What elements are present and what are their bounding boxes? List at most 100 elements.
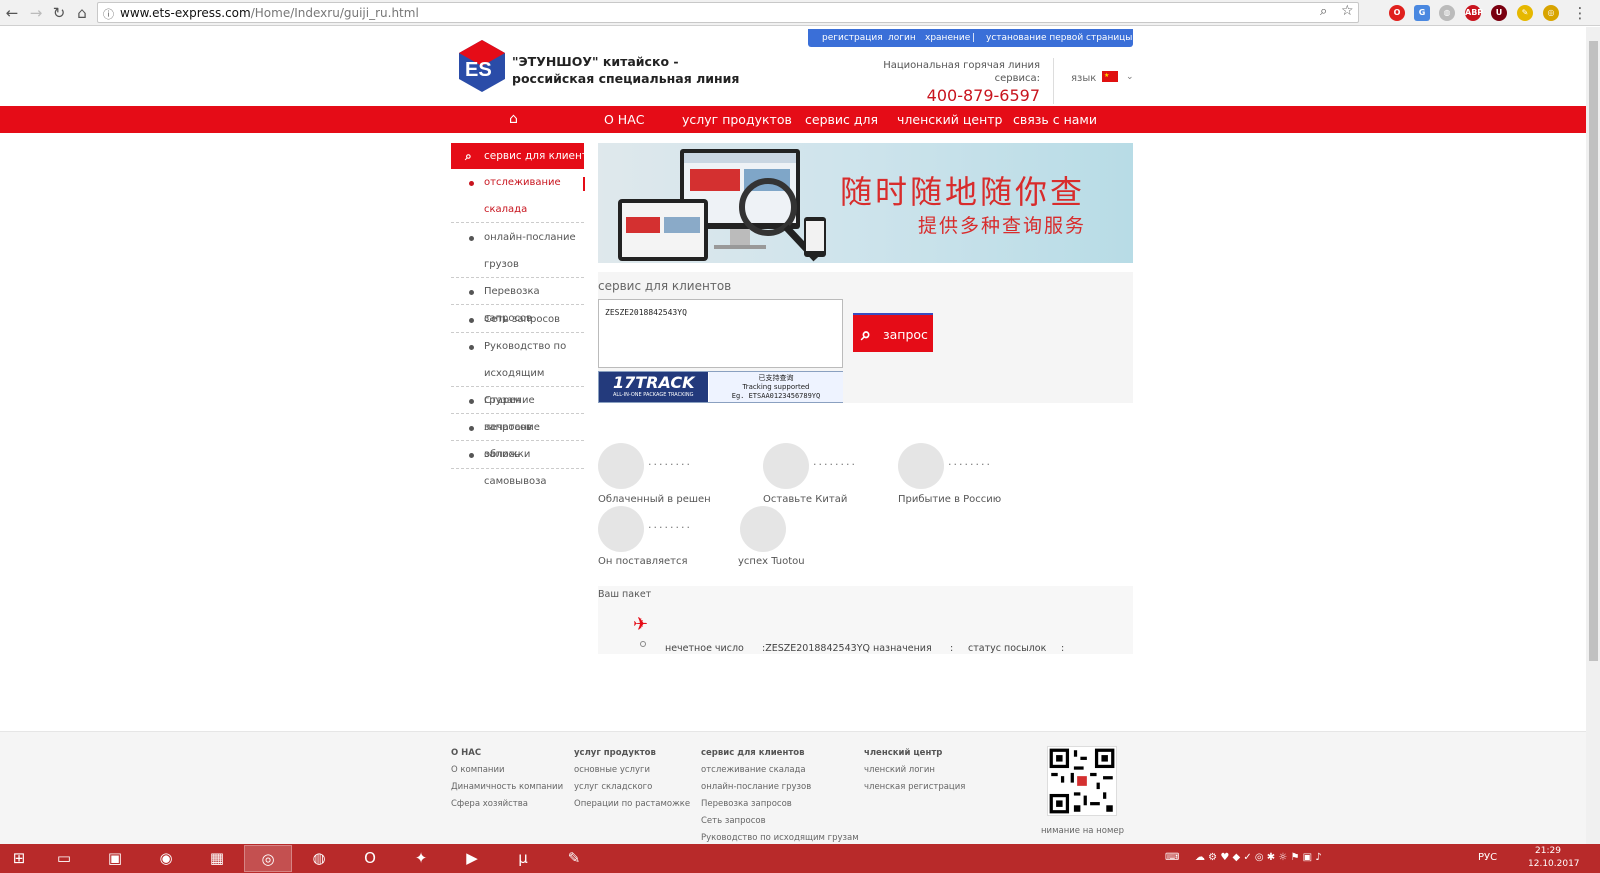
footer-link[interactable]: онлайн-послание грузов xyxy=(701,782,811,792)
input-language[interactable]: РУС xyxy=(1478,852,1497,863)
footer-link[interactable]: основные услуги xyxy=(574,765,650,775)
footer-heading-products: услуг продуктов xyxy=(574,748,656,758)
status-value: : xyxy=(1061,643,1065,654)
main-nav: ⌂ О НАС услуг продуктов сервис для членс… xyxy=(0,106,1586,133)
step-connector: ········ xyxy=(948,458,992,471)
plane-icon: ✈ xyxy=(633,614,649,635)
query-button[interactable]: ⌕ запрос xyxy=(853,313,933,352)
notes-extension-icon[interactable]: ✎ xyxy=(1517,5,1533,21)
search-icon: ⌕ xyxy=(465,149,472,163)
login-link[interactable]: логин xyxy=(888,29,916,47)
step-leave-china-icon xyxy=(763,443,809,489)
sidebar-item-online-shipping[interactable]: онлайн-послание грузов xyxy=(451,224,584,278)
nav-contact[interactable]: связь с нами xyxy=(1013,106,1097,133)
info-icon[interactable]: ⓘ xyxy=(103,6,114,22)
step-arrive-russia-icon xyxy=(898,443,944,489)
step-connector: ········ xyxy=(648,458,692,471)
reload-icon[interactable]: ↻ xyxy=(49,3,69,23)
media-player-icon[interactable]: ▶ xyxy=(448,845,496,872)
china-flag-icon[interactable]: ★ xyxy=(1102,71,1118,82)
back-icon[interactable]: ← xyxy=(2,3,22,23)
odd-number-value: :ZESZE2018842543YQ xyxy=(762,643,870,654)
footer-link[interactable]: членский логин xyxy=(864,765,935,775)
step-arrive-russia-label: Прибытие в Россию xyxy=(898,494,1002,505)
firefox-icon[interactable]: ◉ xyxy=(142,845,190,872)
home-icon[interactable]: ⌂ xyxy=(72,3,92,23)
search-icon: ⌕ xyxy=(861,324,872,345)
chevron-down-icon[interactable]: ⌄ xyxy=(1126,72,1134,82)
adblock-extension-icon[interactable]: ABP xyxy=(1465,5,1483,21)
footer-heading-member: членский центр xyxy=(864,748,943,758)
footer-link[interactable]: Перевозка запросов xyxy=(701,799,792,809)
network-app-icon[interactable]: ✦ xyxy=(397,845,445,872)
17track-widget[interactable]: 17TRACK ALL-IN-ONE PACKAGE TRACKING 已支持查… xyxy=(598,371,843,403)
footer-link[interactable]: услуг складского xyxy=(574,782,652,792)
tray-icons[interactable]: ☁ ⚙ ♥ ◆ ✓ ◎ ✱ ☼ ⚑ ▣ ♪ xyxy=(1195,852,1322,863)
tracking-number-input[interactable]: ZESZE2018842543YQ xyxy=(598,299,843,368)
clock-time[interactable]: 21:29 xyxy=(1535,846,1561,856)
footer-link[interactable]: Сеть запросов xyxy=(701,816,766,826)
sidebar-item-network-query[interactable]: Сеть запросов xyxy=(451,306,584,333)
nav-about[interactable]: О НАС xyxy=(604,106,645,133)
calculator-app-icon[interactable]: ▦ xyxy=(193,845,241,872)
language-label[interactable]: язык xyxy=(1071,73,1096,84)
nav-home-icon[interactable]: ⌂ xyxy=(509,106,518,133)
opera-extension-icon[interactable]: O xyxy=(1389,5,1405,21)
translate-extension-icon[interactable]: G xyxy=(1414,5,1430,21)
top-links-bar: регистрация логин хранение | установание… xyxy=(808,29,1133,47)
globe-extension-icon[interactable]: ◍ xyxy=(1439,5,1455,21)
paint-icon[interactable]: ✎ xyxy=(550,845,598,872)
search-extension-icon[interactable]: ◎ xyxy=(1543,5,1559,21)
zoom-icon[interactable]: ⌕ xyxy=(1320,4,1327,19)
brand-name: "ЭТУНШОУ" китайско - российская специаль… xyxy=(512,54,740,86)
step-connector: ········ xyxy=(648,521,692,534)
opera-icon[interactable]: O xyxy=(346,845,394,872)
sidebar-item-print-cover[interactable]: печатание обложки xyxy=(451,414,584,460)
footer-heading-service: сервис для клиентов xyxy=(701,748,805,758)
remote-desktop-icon[interactable]: ▣ xyxy=(91,845,139,872)
forward-icon[interactable]: → xyxy=(26,3,46,23)
sidebar-item-outgoing-guide[interactable]: Руководство по исходящим грузам xyxy=(451,333,584,406)
footer-link[interactable]: отслеживание скалада xyxy=(701,765,806,775)
windows-start-icon[interactable]: ⊞ xyxy=(0,845,38,872)
address-bar[interactable]: ⓘ www.ets-express.com/Home/Indexru/guiji… xyxy=(97,2,1359,23)
sidebar-item-tracking[interactable]: отслеживание скалада xyxy=(451,169,585,223)
menu-icon[interactable]: ⋮ xyxy=(1570,3,1590,23)
step-delivering-label: Он поставляется xyxy=(598,556,688,567)
footer-link[interactable]: Динамичность компании xyxy=(451,782,563,792)
browser-toolbar: ← → ↻ ⌂ ⓘ www.ets-express.com/Home/Index… xyxy=(0,0,1600,26)
globe-app-icon[interactable]: ◍ xyxy=(295,845,343,872)
footer-link[interactable]: членская регистрация xyxy=(864,782,965,792)
17track-logo: 17TRACK ALL-IN-ONE PACKAGE TRACKING xyxy=(599,372,708,402)
nav-member-center[interactable]: членский центр xyxy=(897,106,1002,133)
chrome-icon[interactable]: ◎ xyxy=(244,845,292,872)
nav-service[interactable]: сервис для xyxy=(805,106,878,133)
utorrent-icon[interactable]: µ xyxy=(499,845,547,872)
active-marker xyxy=(582,177,585,191)
storage-link[interactable]: хранение xyxy=(925,29,970,47)
clock-date[interactable]: 12.10.2017 xyxy=(1528,859,1580,869)
footer-link[interactable]: Операции по растаможке xyxy=(574,799,690,809)
sidebar-item-pickup-record[interactable]: запись самовывоза xyxy=(451,441,584,487)
step-cleared-label: Облаченный в решен xyxy=(598,494,711,505)
keyboard-icon[interactable]: ⌨ xyxy=(1165,852,1179,863)
footer-link[interactable]: Сфера хозяйства xyxy=(451,799,528,809)
step-success-icon xyxy=(740,506,786,552)
page-scrollbar[interactable] xyxy=(1586,27,1600,844)
set-homepage-link[interactable]: установание первой страницы xyxy=(986,29,1132,47)
file-explorer-icon[interactable]: ▭ xyxy=(40,845,88,872)
nav-products[interactable]: услуг продуктов xyxy=(682,106,792,133)
bookmark-star-icon[interactable]: ☆ xyxy=(1341,3,1354,19)
toplinks-separator: | xyxy=(972,33,976,43)
footer-link[interactable]: Руководство по исходящим грузам xyxy=(701,833,859,843)
sidebar-item-aging-query[interactable]: Старение запросов xyxy=(451,387,584,433)
footer-link[interactable]: О компании xyxy=(451,765,505,775)
svg-text:ES: ES xyxy=(465,59,492,81)
timeline-dot xyxy=(640,641,646,647)
register-link[interactable]: регистрация xyxy=(822,29,883,47)
sidebar-item-transport-query[interactable]: Перевозка запросов xyxy=(451,278,584,324)
ets-logo[interactable]: ES xyxy=(459,40,505,92)
scrollbar-thumb[interactable] xyxy=(1589,41,1598,661)
ublock-extension-icon[interactable]: U xyxy=(1491,5,1507,21)
banner-title: 随时随地随你查 xyxy=(840,173,1086,211)
